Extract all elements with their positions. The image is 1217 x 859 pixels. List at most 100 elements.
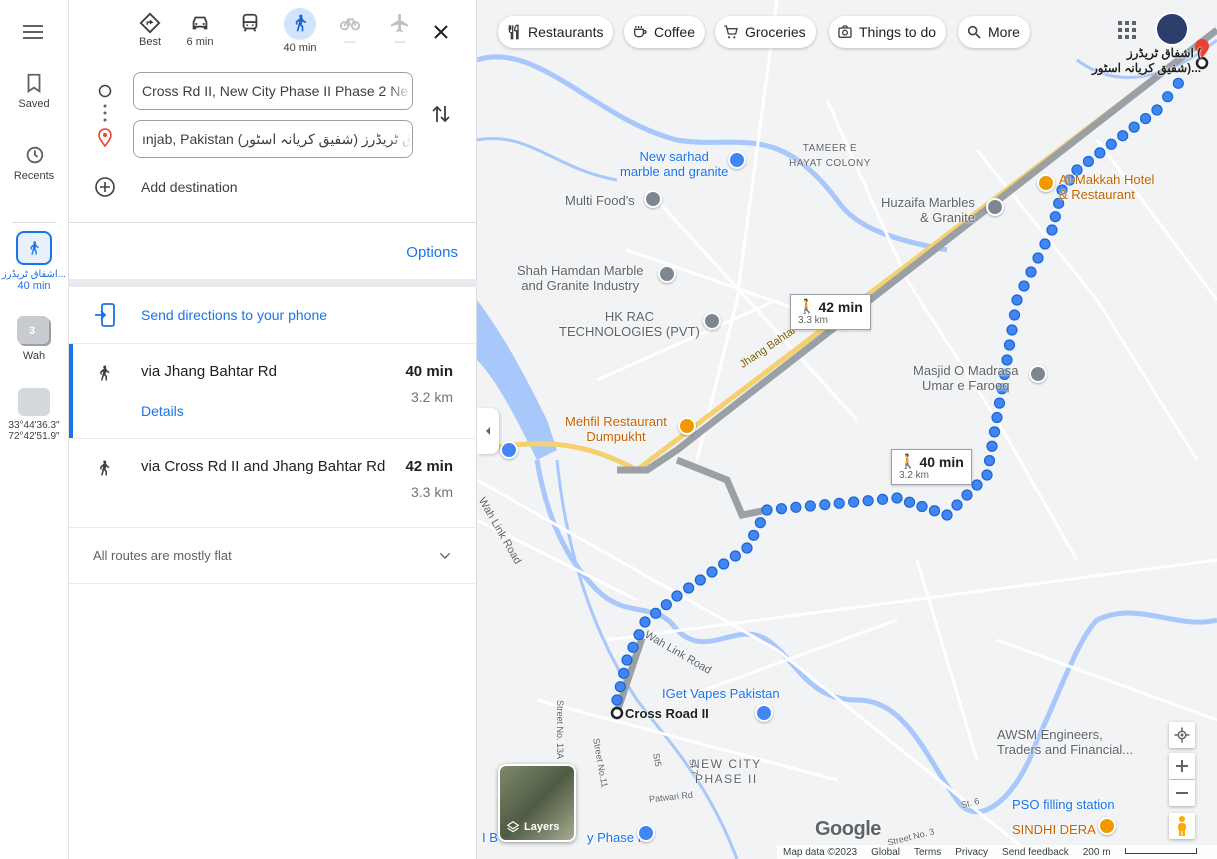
poi-label[interactable]: SINDHI DERA (1012, 822, 1096, 837)
privacy-link[interactable]: Privacy (955, 847, 988, 858)
route-waypoint-connector (98, 84, 112, 148)
avatar[interactable] (1155, 12, 1189, 46)
street-label: Street No. 13A (555, 700, 565, 760)
start-label[interactable]: Cross Road II (625, 706, 709, 721)
poi-label[interactable]: Huzaifa Marbles & Granite (881, 195, 975, 225)
route-time-bubble[interactable]: 🚶 42 min 3.3 km (790, 294, 871, 330)
destination-label[interactable]: اشفاق ٹریڈرز ( شفیق کریانہ اسٹور)... (1092, 46, 1201, 76)
route-time-bubble[interactable]: 🚶 40 min 3.2 km (891, 449, 972, 485)
route-option-1[interactable]: via Jhang Bahtar Rd 40 min 3.2 km Detail… (69, 344, 477, 438)
poi-label[interactable]: Mehfil Restaurant Dumpukht (565, 414, 667, 444)
zoom-in-button[interactable] (1169, 753, 1195, 779)
bubble-time: 42 min (818, 298, 863, 315)
area-label: TAMEER E HAYAT COLONY (789, 143, 871, 169)
map-canvas[interactable]: Restaurants Coffee Groceries Things to d… (477, 0, 1217, 859)
route-dot (671, 590, 683, 602)
chip-things-to-do[interactable]: Things to do (829, 16, 947, 48)
route-dot (611, 694, 623, 706)
street-view-pegman-button[interactable] (1169, 813, 1195, 839)
route-option-2[interactable]: via Cross Rd II and Jhang Bahtar Rd 42 m… (69, 439, 477, 527)
my-location-button[interactable] (1169, 722, 1195, 748)
route-title: via Jhang Bahtar Rd (141, 363, 277, 380)
recent-walk-directions[interactable]: اشفاق ٹریڈرز... 40 min (0, 231, 68, 292)
poi-label[interactable]: HK RAC TECHNOLOGIES (PVT) (559, 309, 700, 339)
place-pin-icon[interactable] (703, 312, 721, 330)
chip-label: Things to do (859, 24, 937, 40)
poi-label[interactable]: Multi Food's (565, 193, 635, 208)
scale-label[interactable]: 200 m (1083, 847, 1111, 858)
recent-count-badge: 3 (29, 325, 36, 337)
chip-groceries[interactable]: Groceries (715, 16, 816, 48)
shop-pin-icon[interactable] (637, 824, 655, 842)
route-dot (741, 542, 753, 554)
restaurant-pin-icon[interactable] (678, 417, 696, 435)
swap-button[interactable] (429, 102, 453, 126)
place-pin-icon[interactable] (986, 198, 1004, 216)
car-icon (192, 16, 208, 30)
mode-flight[interactable]: — (378, 12, 422, 48)
location-thumbnail (18, 388, 50, 416)
route-dot (761, 504, 773, 516)
chip-coffee[interactable]: Coffee (624, 16, 705, 48)
poi-label[interactable]: PSO filling station (1012, 797, 1115, 812)
route-dot (614, 681, 626, 693)
route-dot (775, 503, 788, 515)
saved-button[interactable]: Saved (0, 72, 68, 110)
poi-label[interactable]: Masjid O Madrasa Umar e Farooq (913, 363, 1018, 393)
terms-link[interactable]: Terms (914, 847, 941, 858)
recent-wah-label: Wah (22, 350, 46, 362)
elevation-summary[interactable]: All routes are mostly flat (69, 528, 477, 583)
route-dot (951, 499, 963, 511)
menu-icon[interactable] (21, 20, 45, 44)
route-dot (706, 566, 718, 578)
restaurant-pin-icon[interactable] (1037, 174, 1055, 192)
poi-label[interactable]: New sarhad marble and granite (620, 149, 728, 179)
recents-button[interactable]: Recents (0, 144, 68, 182)
poi-label[interactable]: AWSM Engineers, Traders and Financial... (997, 727, 1133, 757)
route-dot (1105, 138, 1117, 150)
restaurant-pin-icon[interactable] (1098, 817, 1116, 835)
send-to-phone-button[interactable]: Send directions to your phone (93, 301, 473, 329)
route-dot (1139, 112, 1152, 125)
send-feedback-link[interactable]: Send feedback (1002, 847, 1069, 858)
place-pin-icon[interactable] (644, 190, 662, 208)
route-dot (1162, 91, 1174, 103)
bubble-distance: 3.3 km (798, 315, 829, 326)
global-link[interactable]: Global (871, 847, 900, 858)
options-button[interactable]: Options (406, 244, 458, 261)
mode-cycling[interactable]: — (328, 12, 372, 48)
mode-best[interactable]: Best (128, 12, 172, 48)
history-icon (26, 146, 44, 164)
place-pin-icon[interactable] (658, 265, 676, 283)
zoom-out-button[interactable] (1169, 780, 1195, 806)
layers-button[interactable]: Layers (498, 764, 576, 842)
walk-icon (295, 14, 306, 32)
recent-wah[interactable]: 3 Wah (0, 316, 68, 362)
close-directions-button[interactable] (429, 20, 453, 44)
chip-restaurants[interactable]: Restaurants (498, 16, 614, 48)
route-details-link[interactable]: Details (141, 403, 184, 419)
walk-icon (16, 231, 52, 265)
shop-pin-icon[interactable] (755, 704, 773, 722)
destination-field[interactable]: ınjab, Pakistan (اشفاق ٹریڈرز (شفیق کریا… (133, 120, 413, 158)
mode-driving[interactable]: 6 min (178, 12, 222, 48)
poi-label[interactable]: Al-Makkah Hotel & Restaurant (1059, 172, 1154, 202)
gas-station-pin-icon[interactable] (500, 441, 518, 459)
shop-pin-icon[interactable] (728, 151, 746, 169)
add-destination-button[interactable]: Add destination (93, 176, 238, 198)
flat-note: All routes are mostly flat (93, 548, 232, 563)
origin-field[interactable]: Cross Rd II, New City Phase II Phase 2 N… (133, 72, 413, 110)
poi-label[interactable]: IGet Vapes Pakistan (662, 686, 780, 701)
chip-more[interactable]: More (958, 16, 1030, 48)
mode-transit[interactable] (228, 12, 272, 36)
poi-label[interactable]: Shah Hamdan Marble and Granite Industry (517, 263, 643, 293)
recent-coordinates[interactable]: 33°44'36.3" 72°42'51.9" (0, 388, 68, 442)
bookmark-icon (27, 73, 41, 93)
apps-button[interactable] (1117, 20, 1137, 40)
collapse-panel-button[interactable] (477, 408, 499, 454)
poi-label[interactable]: I B (482, 830, 498, 845)
layers-label: Layers (524, 821, 560, 833)
route-dot (986, 440, 998, 452)
mode-walking[interactable]: 40 min (278, 8, 322, 54)
mosque-pin-icon[interactable] (1029, 365, 1047, 383)
